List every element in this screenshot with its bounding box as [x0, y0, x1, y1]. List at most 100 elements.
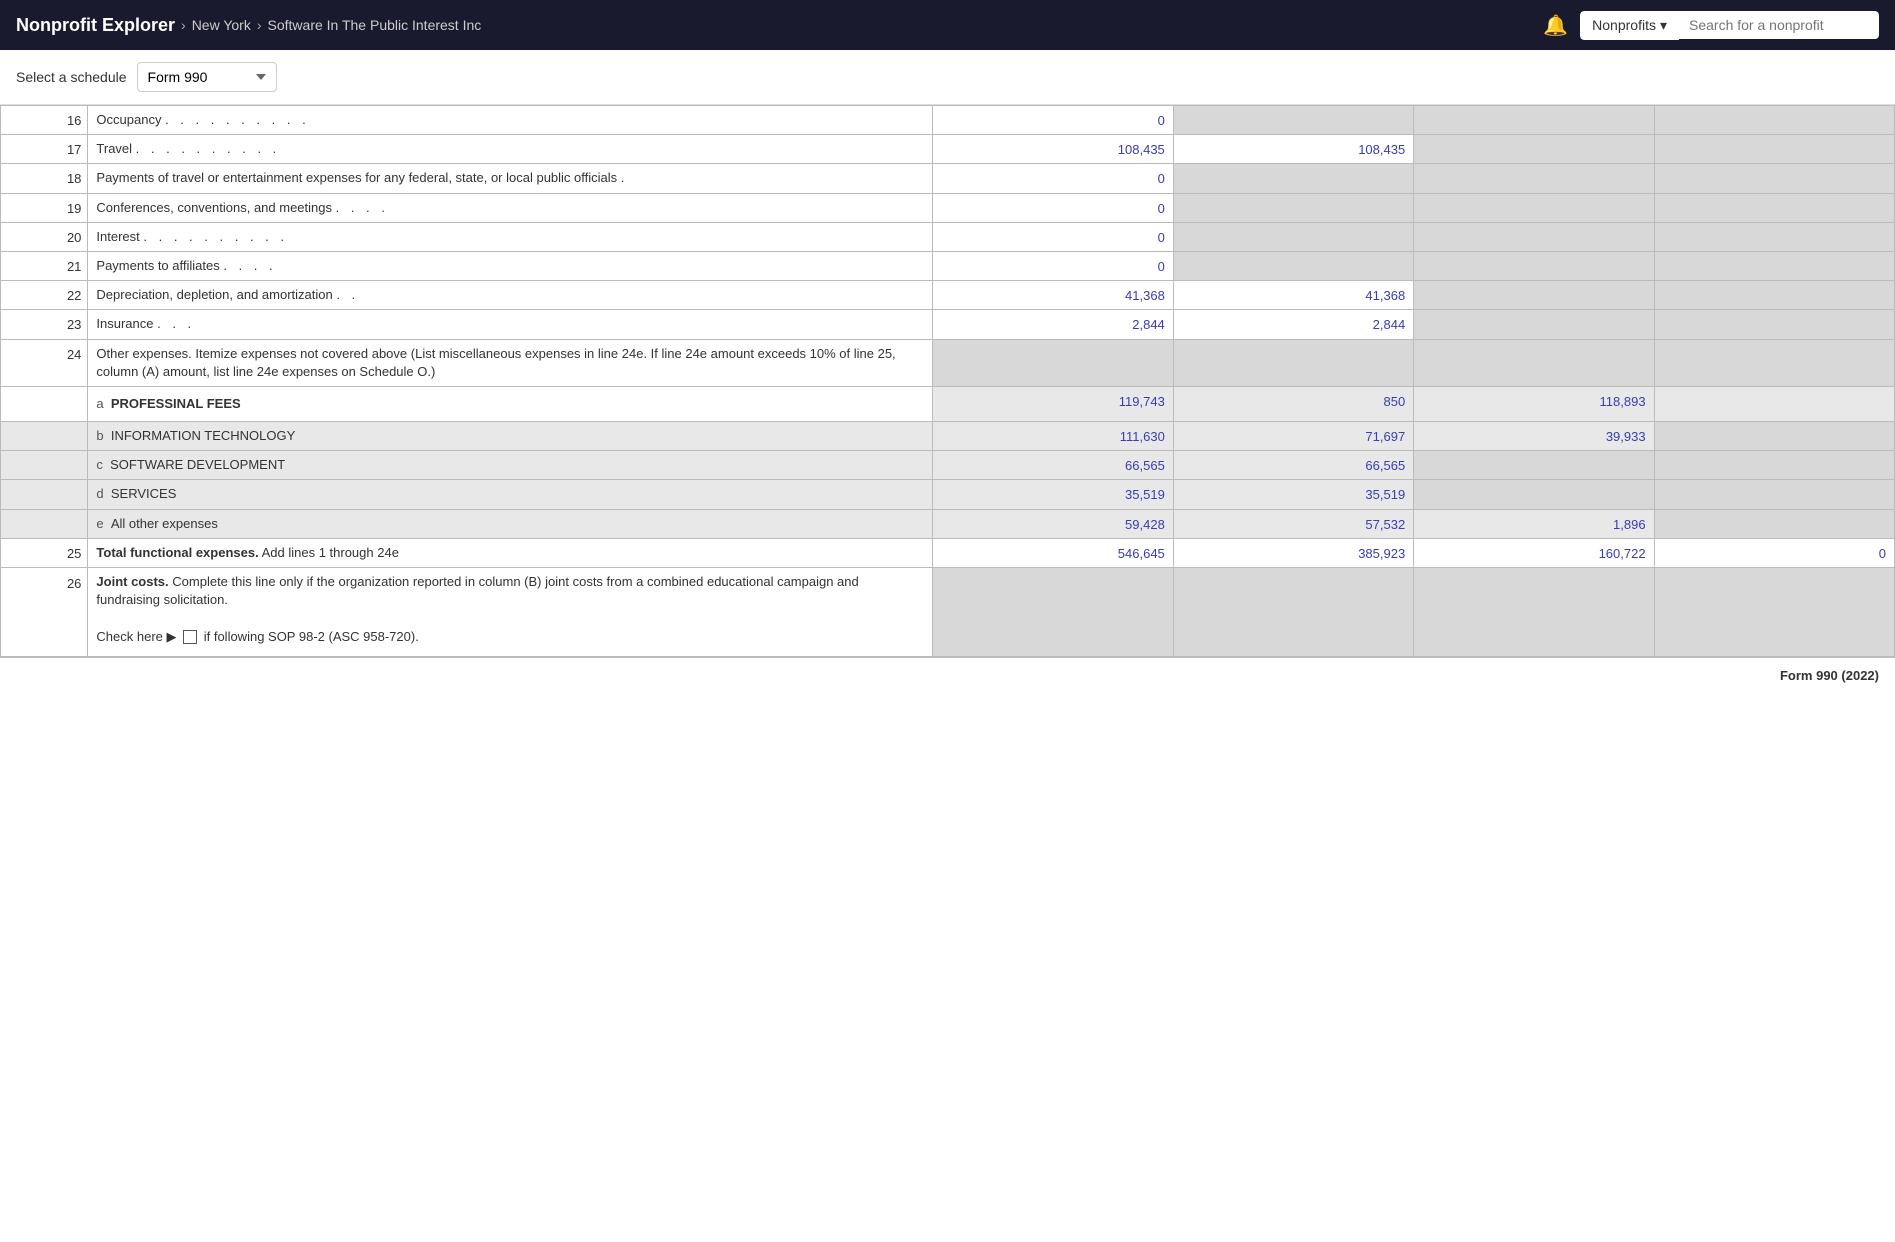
row-25-line: 25: [1, 538, 88, 567]
table-row: 22 Depreciation, depletion, and amortiza…: [1, 281, 1895, 310]
nonprofits-button[interactable]: Nonprofits ▾: [1580, 11, 1679, 40]
row-24c-desc: c SOFTWARE DEVELOPMENT: [88, 451, 933, 480]
row-24d-colc: [1414, 480, 1654, 509]
row-24b-cold: [1654, 422, 1894, 451]
table-row: d SERVICES 35,519 35,519: [1, 480, 1895, 509]
row-24a-colc: 118,893: [1414, 386, 1654, 421]
row-24a-cola: 119,743: [933, 386, 1173, 421]
nonprofits-label: Nonprofits: [1592, 17, 1656, 33]
row-24d-colb: 35,519: [1173, 480, 1413, 509]
row-24c-colb: 66,565: [1173, 451, 1413, 480]
row-22-cold: [1654, 281, 1894, 310]
row-23-colb: 2,844: [1173, 310, 1413, 339]
row-24e-cola: 59,428: [933, 509, 1173, 538]
row-17-desc: Travel . . . . . . . . . .: [88, 135, 933, 164]
row-24e-cold: [1654, 509, 1894, 538]
row-24b-desc: b INFORMATION TECHNOLOGY: [88, 422, 933, 451]
row-24d-desc: d SERVICES: [88, 480, 933, 509]
row-19-cold: [1654, 193, 1894, 222]
row-21-colb: [1173, 251, 1413, 280]
row-24b-colb: 71,697: [1173, 422, 1413, 451]
row-22-line: 22: [1, 281, 88, 310]
row-17-cola: 108,435: [933, 135, 1173, 164]
table-row: b INFORMATION TECHNOLOGY 111,630 71,697 …: [1, 422, 1895, 451]
sep2: ›: [257, 17, 262, 33]
row-24e-colc: 1,896: [1414, 509, 1654, 538]
row-22-colb: 41,368: [1173, 281, 1413, 310]
row-16-line: 16: [1, 106, 88, 135]
table-row: 16 Occupancy . . . . . . . . . . 0: [1, 106, 1895, 135]
row-25-cold: 0: [1654, 538, 1894, 567]
row-18-cold: [1654, 164, 1894, 193]
row-19-desc: Conferences, conventions, and meetings .…: [88, 193, 933, 222]
row-26-cola: [933, 568, 1173, 657]
row-24c-colc: [1414, 451, 1654, 480]
row-24b-colc: 39,933: [1414, 422, 1654, 451]
row-19-colc: [1414, 193, 1654, 222]
notifications-icon[interactable]: 🔔: [1543, 13, 1568, 38]
expenses-table: 16 Occupancy . . . . . . . . . . 0 17 Tr…: [0, 105, 1895, 657]
row-21-desc: Payments to affiliates . . . .: [88, 251, 933, 280]
row-21-cold: [1654, 251, 1894, 280]
row-24e-sub: [1, 509, 88, 538]
row-17-colc: [1414, 135, 1654, 164]
row-23-cold: [1654, 310, 1894, 339]
row-24a-cold: [1654, 386, 1894, 421]
row-21-cola: 0: [933, 251, 1173, 280]
row-25-cola: 546,645: [933, 538, 1173, 567]
row-23-cola: 2,844: [933, 310, 1173, 339]
row-24-cola: [933, 339, 1173, 386]
row-24e-colb: 57,532: [1173, 509, 1413, 538]
row-20-desc: Interest . . . . . . . . . .: [88, 222, 933, 251]
row-24a-desc: a PROFESSINAL FEES: [88, 386, 933, 421]
main-header: Nonprofit Explorer › New York › Software…: [0, 0, 1895, 50]
row-18-desc: Payments of travel or entertainment expe…: [88, 164, 933, 193]
row-24e-desc: e All other expenses: [88, 509, 933, 538]
row-26-line: 26: [1, 568, 88, 657]
row-24a-sub: [1, 386, 88, 421]
row-19-colb: [1173, 193, 1413, 222]
table-row: a PROFESSINAL FEES 119,743 850 118,893: [1, 386, 1895, 421]
row-22-colc: [1414, 281, 1654, 310]
row-24-line: 24: [1, 339, 88, 386]
row-25-desc: Total functional expenses. Add lines 1 t…: [88, 538, 933, 567]
row-17-colb: 108,435: [1173, 135, 1413, 164]
table-row-joint-costs: 26 Joint costs. Complete this line only …: [1, 568, 1895, 657]
table-row: 19 Conferences, conventions, and meeting…: [1, 193, 1895, 222]
table-row-total: 25 Total functional expenses. Add lines …: [1, 538, 1895, 567]
row-24a-colb: 850: [1173, 386, 1413, 421]
table-row: c SOFTWARE DEVELOPMENT 66,565 66,565: [1, 451, 1895, 480]
row-21-colc: [1414, 251, 1654, 280]
row-16-cola: 0: [933, 106, 1173, 135]
row-17-cold: [1654, 135, 1894, 164]
expenses-table-container: 16 Occupancy . . . . . . . . . . 0 17 Tr…: [0, 105, 1895, 657]
breadcrumb-state[interactable]: New York: [192, 17, 251, 33]
row-18-cola: 0: [933, 164, 1173, 193]
row-19-line: 19: [1, 193, 88, 222]
row-24b-sub: [1, 422, 88, 451]
row-18-colc: [1414, 164, 1654, 193]
search-input[interactable]: [1679, 11, 1879, 39]
footer-text: Form 990 (2022): [1780, 668, 1879, 683]
row-17-line: 17: [1, 135, 88, 164]
breadcrumb-org: Software In The Public Interest Inc: [268, 17, 482, 33]
row-26-cold: [1654, 568, 1894, 657]
row-20-cold: [1654, 222, 1894, 251]
row-24d-sub: [1, 480, 88, 509]
schedule-select[interactable]: Form 990: [137, 62, 277, 92]
sep1: ›: [181, 17, 186, 33]
joint-costs-checkbox[interactable]: [183, 630, 197, 644]
form-footer: Form 990 (2022): [0, 657, 1895, 693]
row-25-colb: 385,923: [1173, 538, 1413, 567]
row-23-line: 23: [1, 310, 88, 339]
row-24b-cola: 111,630: [933, 422, 1173, 451]
row-20-colc: [1414, 222, 1654, 251]
row-26-colb: [1173, 568, 1413, 657]
row-24-colb: [1173, 339, 1413, 386]
row-23-desc: Insurance . . .: [88, 310, 933, 339]
table-row: 17 Travel . . . . . . . . . . 108,435 10…: [1, 135, 1895, 164]
row-26-colc: [1414, 568, 1654, 657]
row-24c-sub: [1, 451, 88, 480]
header-actions: 🔔 Nonprofits ▾: [1543, 11, 1879, 40]
dropdown-icon: ▾: [1660, 17, 1667, 34]
